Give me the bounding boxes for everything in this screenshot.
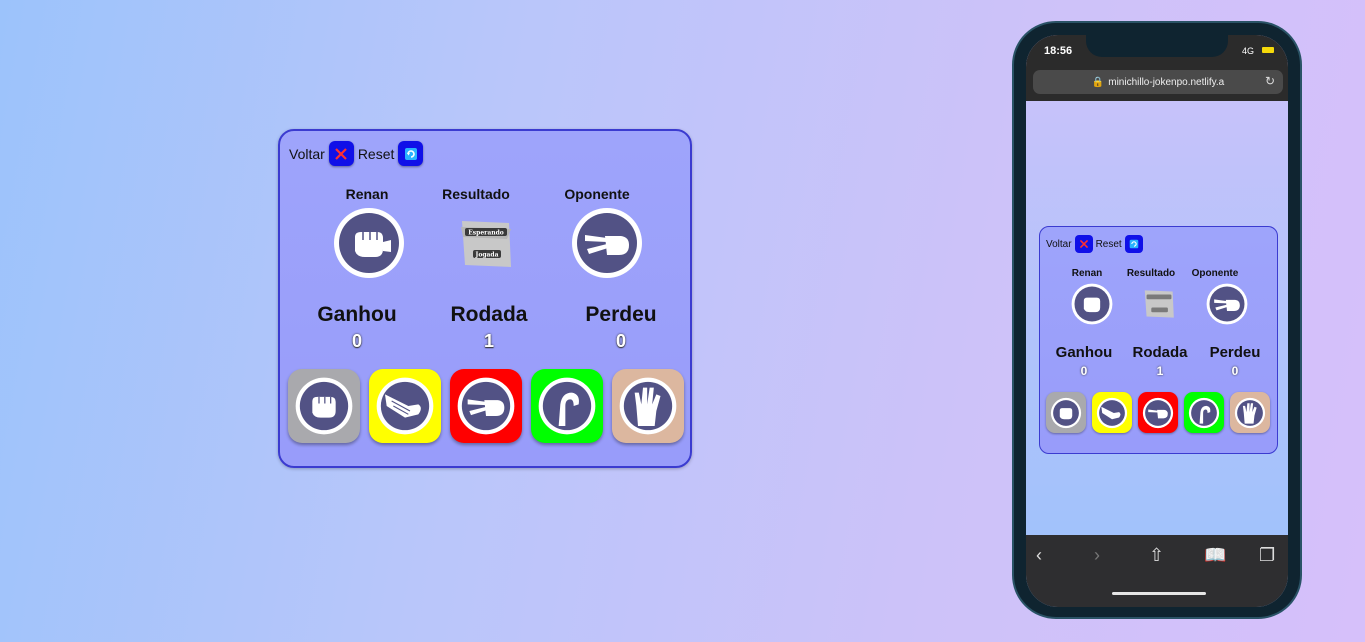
mini-lost-label: Perdeu: [1209, 344, 1261, 361]
back-button[interactable]: [328, 141, 354, 166]
battery-icon: [1262, 47, 1274, 53]
won-label: Ganhou: [317, 303, 397, 326]
choice-scissors-button[interactable]: [450, 369, 522, 443]
choice-spock-button[interactable]: [612, 369, 684, 443]
back-arrow-icon[interactable]: ‹: [1036, 545, 1042, 566]
lost-label: Perdeu: [585, 303, 657, 326]
paper-icon: [1096, 397, 1128, 428]
address-bar[interactable]: 🔒 minichillo-jokenpo.netlify.a ↻: [1033, 70, 1283, 94]
round-label: Rodada: [450, 303, 528, 326]
browser-toolbar: ‹ › ⇧ 📖 ❐: [1026, 535, 1288, 607]
player-rock-icon: [334, 208, 404, 278]
mini-won-value: 0: [1080, 364, 1088, 378]
mini-opponent-label: Oponente: [1191, 268, 1239, 279]
reset-button[interactable]: [398, 141, 424, 166]
won-value: 0: [351, 331, 362, 351]
tabs-icon[interactable]: ❐: [1259, 545, 1275, 566]
mini-player-rock-icon: [1071, 283, 1113, 325]
status-time: 18:56: [1044, 45, 1073, 57]
rock-icon: [1050, 397, 1082, 428]
mini-round-label: Rodada: [1132, 344, 1188, 361]
mini-game-card: Voltar Reset Renan Resultado Oponente Ga…: [1039, 226, 1278, 454]
mini-opponent-scissors-icon: [1206, 283, 1248, 325]
round-value: 1: [483, 331, 494, 351]
waiting-line2: Jogada: [474, 252, 498, 259]
rock-icon: [295, 377, 353, 435]
bookmarks-icon[interactable]: 📖: [1204, 545, 1226, 566]
forward-arrow-icon[interactable]: ›: [1094, 545, 1100, 566]
scissors-icon: [1142, 397, 1174, 428]
close-icon: [1079, 239, 1088, 249]
mini-top-bar: Voltar Reset: [1046, 235, 1143, 253]
opponent-label: Oponente: [564, 186, 630, 202]
choice-rock-button[interactable]: [288, 369, 360, 443]
phone-screen: 18:56 4G 🔒 minichillo-jokenpo.netlify.a …: [1026, 35, 1288, 607]
mini-result-label: Resultado: [1126, 268, 1176, 279]
mini-choice-spock-button[interactable]: [1230, 392, 1270, 433]
mini-back-label: Voltar: [1046, 238, 1072, 250]
choice-lizard-button[interactable]: [531, 369, 603, 443]
home-indicator: [1112, 592, 1206, 595]
mini-won-label: Ganhou: [1055, 344, 1113, 361]
refresh-icon: [404, 147, 417, 160]
mini-back-button[interactable]: [1074, 235, 1093, 253]
url-text: minichillo-jokenpo.netlify.a: [1108, 76, 1225, 88]
result-label: Resultado: [442, 186, 510, 202]
waiting-sign-icon: Esperando Jogada: [461, 221, 511, 267]
waiting-line1: Esperando: [468, 230, 504, 237]
top-bar: Voltar Reset: [289, 141, 424, 166]
mini-choice-lizard-button[interactable]: [1184, 392, 1224, 433]
choice-paper-button[interactable]: [369, 369, 441, 443]
reset-label: Reset: [357, 145, 395, 162]
reload-icon[interactable]: ↻: [1265, 74, 1275, 88]
mini-round-value: 1: [1156, 364, 1164, 378]
lizard-icon: [538, 377, 596, 435]
paper-icon: [376, 377, 434, 435]
notch: [1086, 35, 1228, 57]
mini-choice-scissors-button[interactable]: [1138, 392, 1178, 433]
mini-reset-button[interactable]: [1124, 235, 1143, 253]
player-name: Renan: [345, 186, 389, 202]
lock-icon: 🔒: [1091, 76, 1105, 88]
lizard-icon: [1188, 397, 1220, 428]
back-label: Voltar: [289, 145, 325, 162]
mini-choice-paper-button[interactable]: [1092, 392, 1132, 433]
lost-value: 0: [615, 331, 626, 351]
scissors-icon: [457, 377, 515, 435]
opponent-scissors-icon: [572, 208, 642, 278]
spock-icon: [1234, 397, 1266, 428]
mini-choice-rock-button[interactable]: [1046, 392, 1086, 433]
spock-icon: [619, 377, 677, 435]
share-icon[interactable]: ⇧: [1149, 545, 1164, 566]
mini-lost-value: 0: [1231, 364, 1239, 378]
mini-reset-label: Reset: [1095, 238, 1122, 250]
mini-waiting-sign-icon: [1144, 290, 1174, 318]
refresh-icon: [1129, 239, 1138, 249]
game-card: Voltar Reset Renan Resultado Oponente Es…: [278, 129, 692, 468]
phone-mockup: 18:56 4G 🔒 minichillo-jokenpo.netlify.a …: [1012, 21, 1302, 619]
signal-4g: 4G: [1241, 46, 1254, 56]
close-icon: [335, 147, 348, 160]
mini-player-name: Renan: [1071, 268, 1103, 279]
